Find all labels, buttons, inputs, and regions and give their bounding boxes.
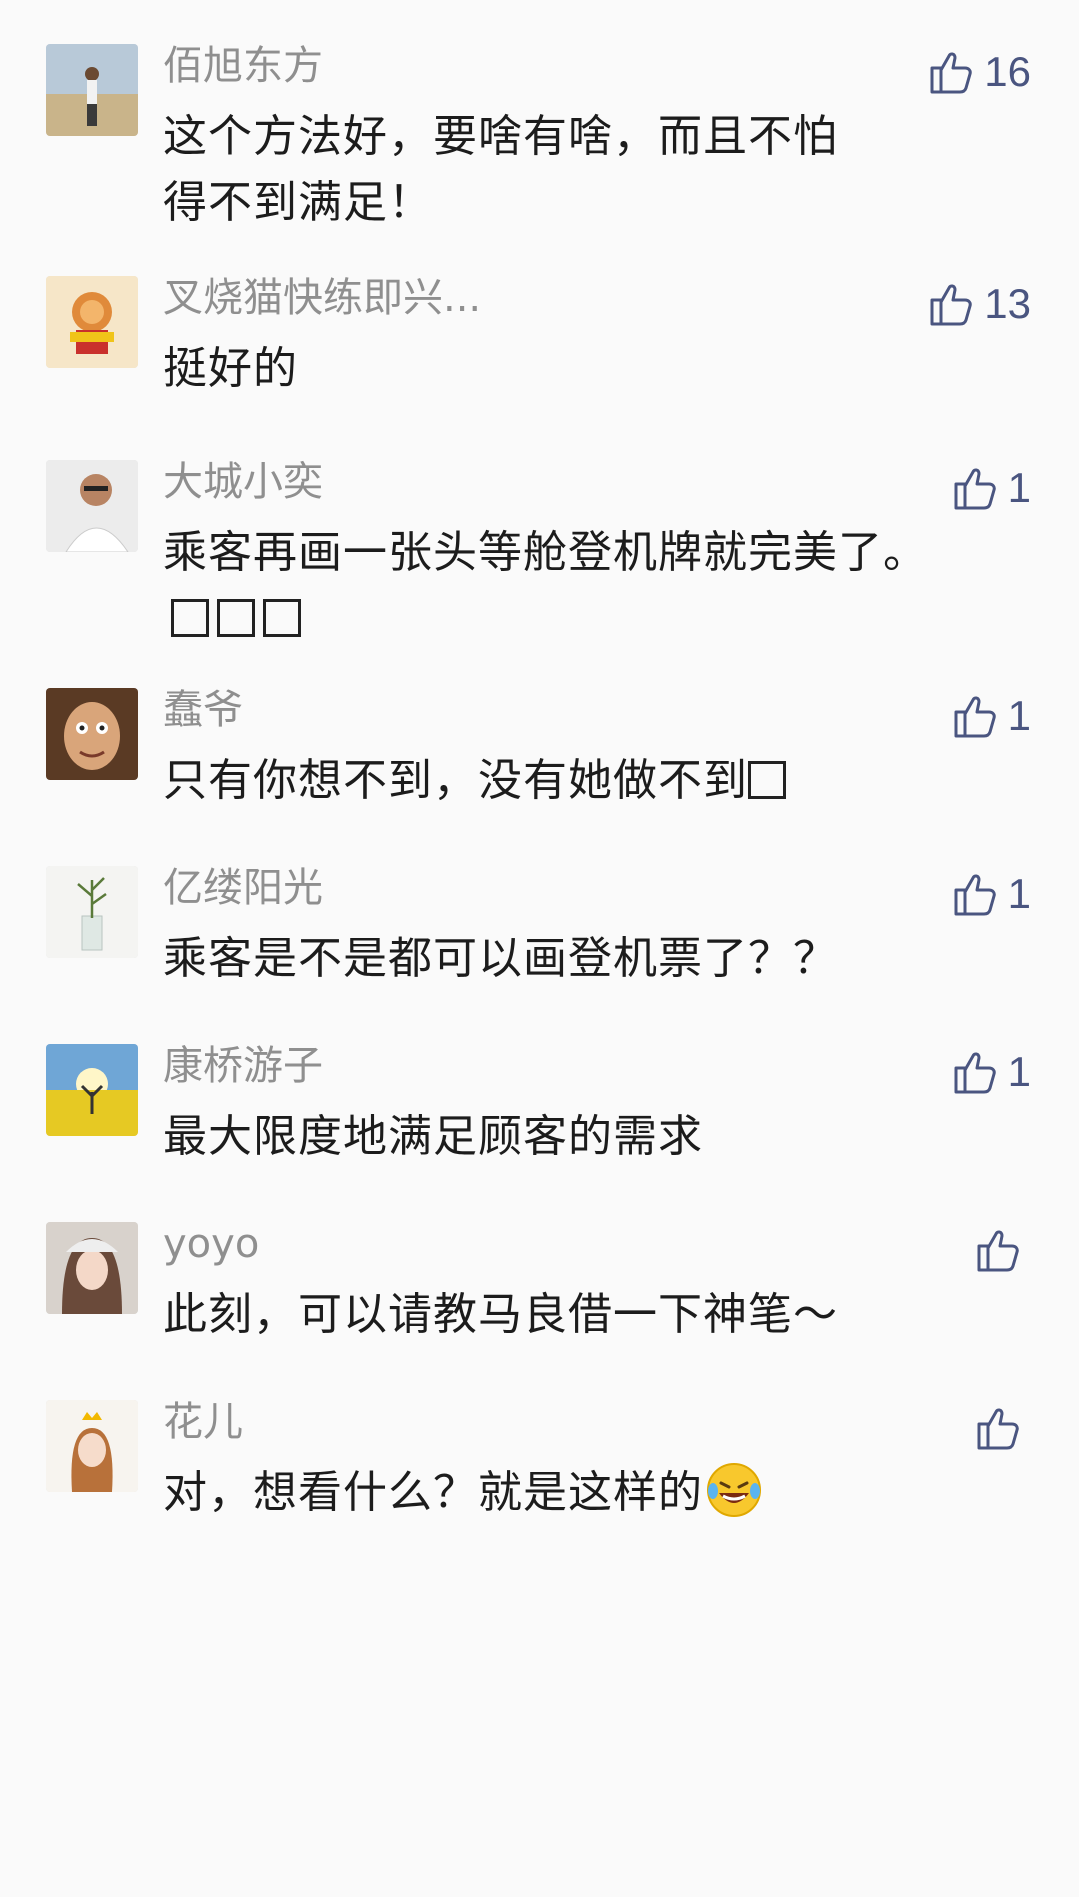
thumbs-up-icon	[954, 874, 996, 916]
thumbs-up-icon	[954, 696, 996, 738]
username[interactable]: 大城小奕	[163, 456, 323, 508]
missing-glyph-icon	[748, 761, 786, 799]
username[interactable]: 佰旭东方	[163, 40, 323, 92]
avatar[interactable]	[46, 1044, 138, 1136]
like-count: 1	[1007, 692, 1031, 739]
avatar[interactable]	[46, 688, 138, 780]
avatar[interactable]	[46, 866, 138, 958]
like-button[interactable]: 1	[950, 458, 1031, 518]
like-button[interactable]	[973, 1220, 1031, 1280]
comment-text: 此刻，可以请教马良借一下神笔～	[163, 1289, 838, 1340]
comment-item: 佰旭东方 16 这个方法好，要啥有啥，而且不怕得不到满足！	[0, 42, 1079, 260]
like-button[interactable]: 13	[926, 274, 1031, 334]
comment-text-content: 对，想看什么？就是这样的	[163, 1467, 703, 1518]
avatar[interactable]	[46, 44, 138, 136]
missing-glyph-icon	[171, 599, 209, 637]
missing-glyph-icon	[217, 599, 255, 637]
thumbs-up-icon	[977, 1230, 1019, 1272]
comment-text-content: 只有你想不到，没有她做不到	[163, 755, 748, 806]
comment-text: 只有你想不到，没有她做不到	[163, 748, 1003, 814]
avatar[interactable]	[46, 1400, 138, 1492]
comment-item: 花儿 对，想看什么？就是这样的	[0, 1398, 1079, 1616]
thumbs-up-icon	[930, 52, 973, 94]
avatar[interactable]	[46, 276, 138, 368]
username[interactable]: yoyo	[163, 1218, 259, 1270]
comment-text: 最大限度地满足顾客的需求	[163, 1111, 703, 1162]
comment-item: 大城小奕 1 乘客再画一张头等舱登机牌就完美了。	[0, 458, 1079, 676]
comment-text: 对，想看什么？就是这样的	[163, 1460, 1003, 1526]
comment-list: 佰旭东方 16 这个方法好，要啥有啥，而且不怕得不到满足！ 叉烧猫快练即兴...	[0, 0, 1079, 1897]
like-button[interactable]: 16	[926, 42, 1031, 102]
like-count: 1	[1007, 464, 1031, 511]
like-count: 16	[984, 48, 1031, 95]
laughing-tears-emoji-icon	[707, 1463, 761, 1517]
thumbs-up-icon	[954, 468, 996, 510]
avatar[interactable]	[46, 1222, 138, 1314]
like-count: 1	[1007, 1048, 1031, 1095]
username[interactable]: 蠢爷	[163, 684, 243, 736]
comment-text: 这个方法好，要啥有啥，而且不怕得不到满足！	[163, 111, 838, 228]
comment-text-content: 乘客再画一张头等舱登机牌就完美了。	[163, 527, 928, 578]
username[interactable]: 花儿	[163, 1396, 243, 1448]
like-button[interactable]: 1	[950, 1042, 1031, 1102]
comment-text: 挺好的	[163, 343, 298, 394]
avatar[interactable]	[46, 460, 138, 552]
comment-text: 乘客再画一张头等舱登机牌就完美了。	[163, 520, 963, 652]
username[interactable]: 叉烧猫快练即兴...	[163, 272, 481, 324]
username[interactable]: 康桥游子	[163, 1040, 323, 1092]
username[interactable]: 亿缕阳光	[163, 862, 323, 914]
like-button[interactable]: 1	[950, 686, 1031, 746]
like-count: 13	[984, 280, 1031, 327]
like-button[interactable]: 1	[950, 864, 1031, 924]
missing-glyph-icon	[263, 599, 301, 637]
comment-text: 乘客是不是都可以画登机票了？？	[163, 933, 838, 984]
like-count: 1	[1007, 870, 1031, 917]
thumbs-up-icon	[930, 284, 973, 326]
thumbs-up-icon	[954, 1052, 996, 1094]
like-button[interactable]	[973, 1398, 1031, 1458]
thumbs-up-icon	[977, 1408, 1019, 1450]
